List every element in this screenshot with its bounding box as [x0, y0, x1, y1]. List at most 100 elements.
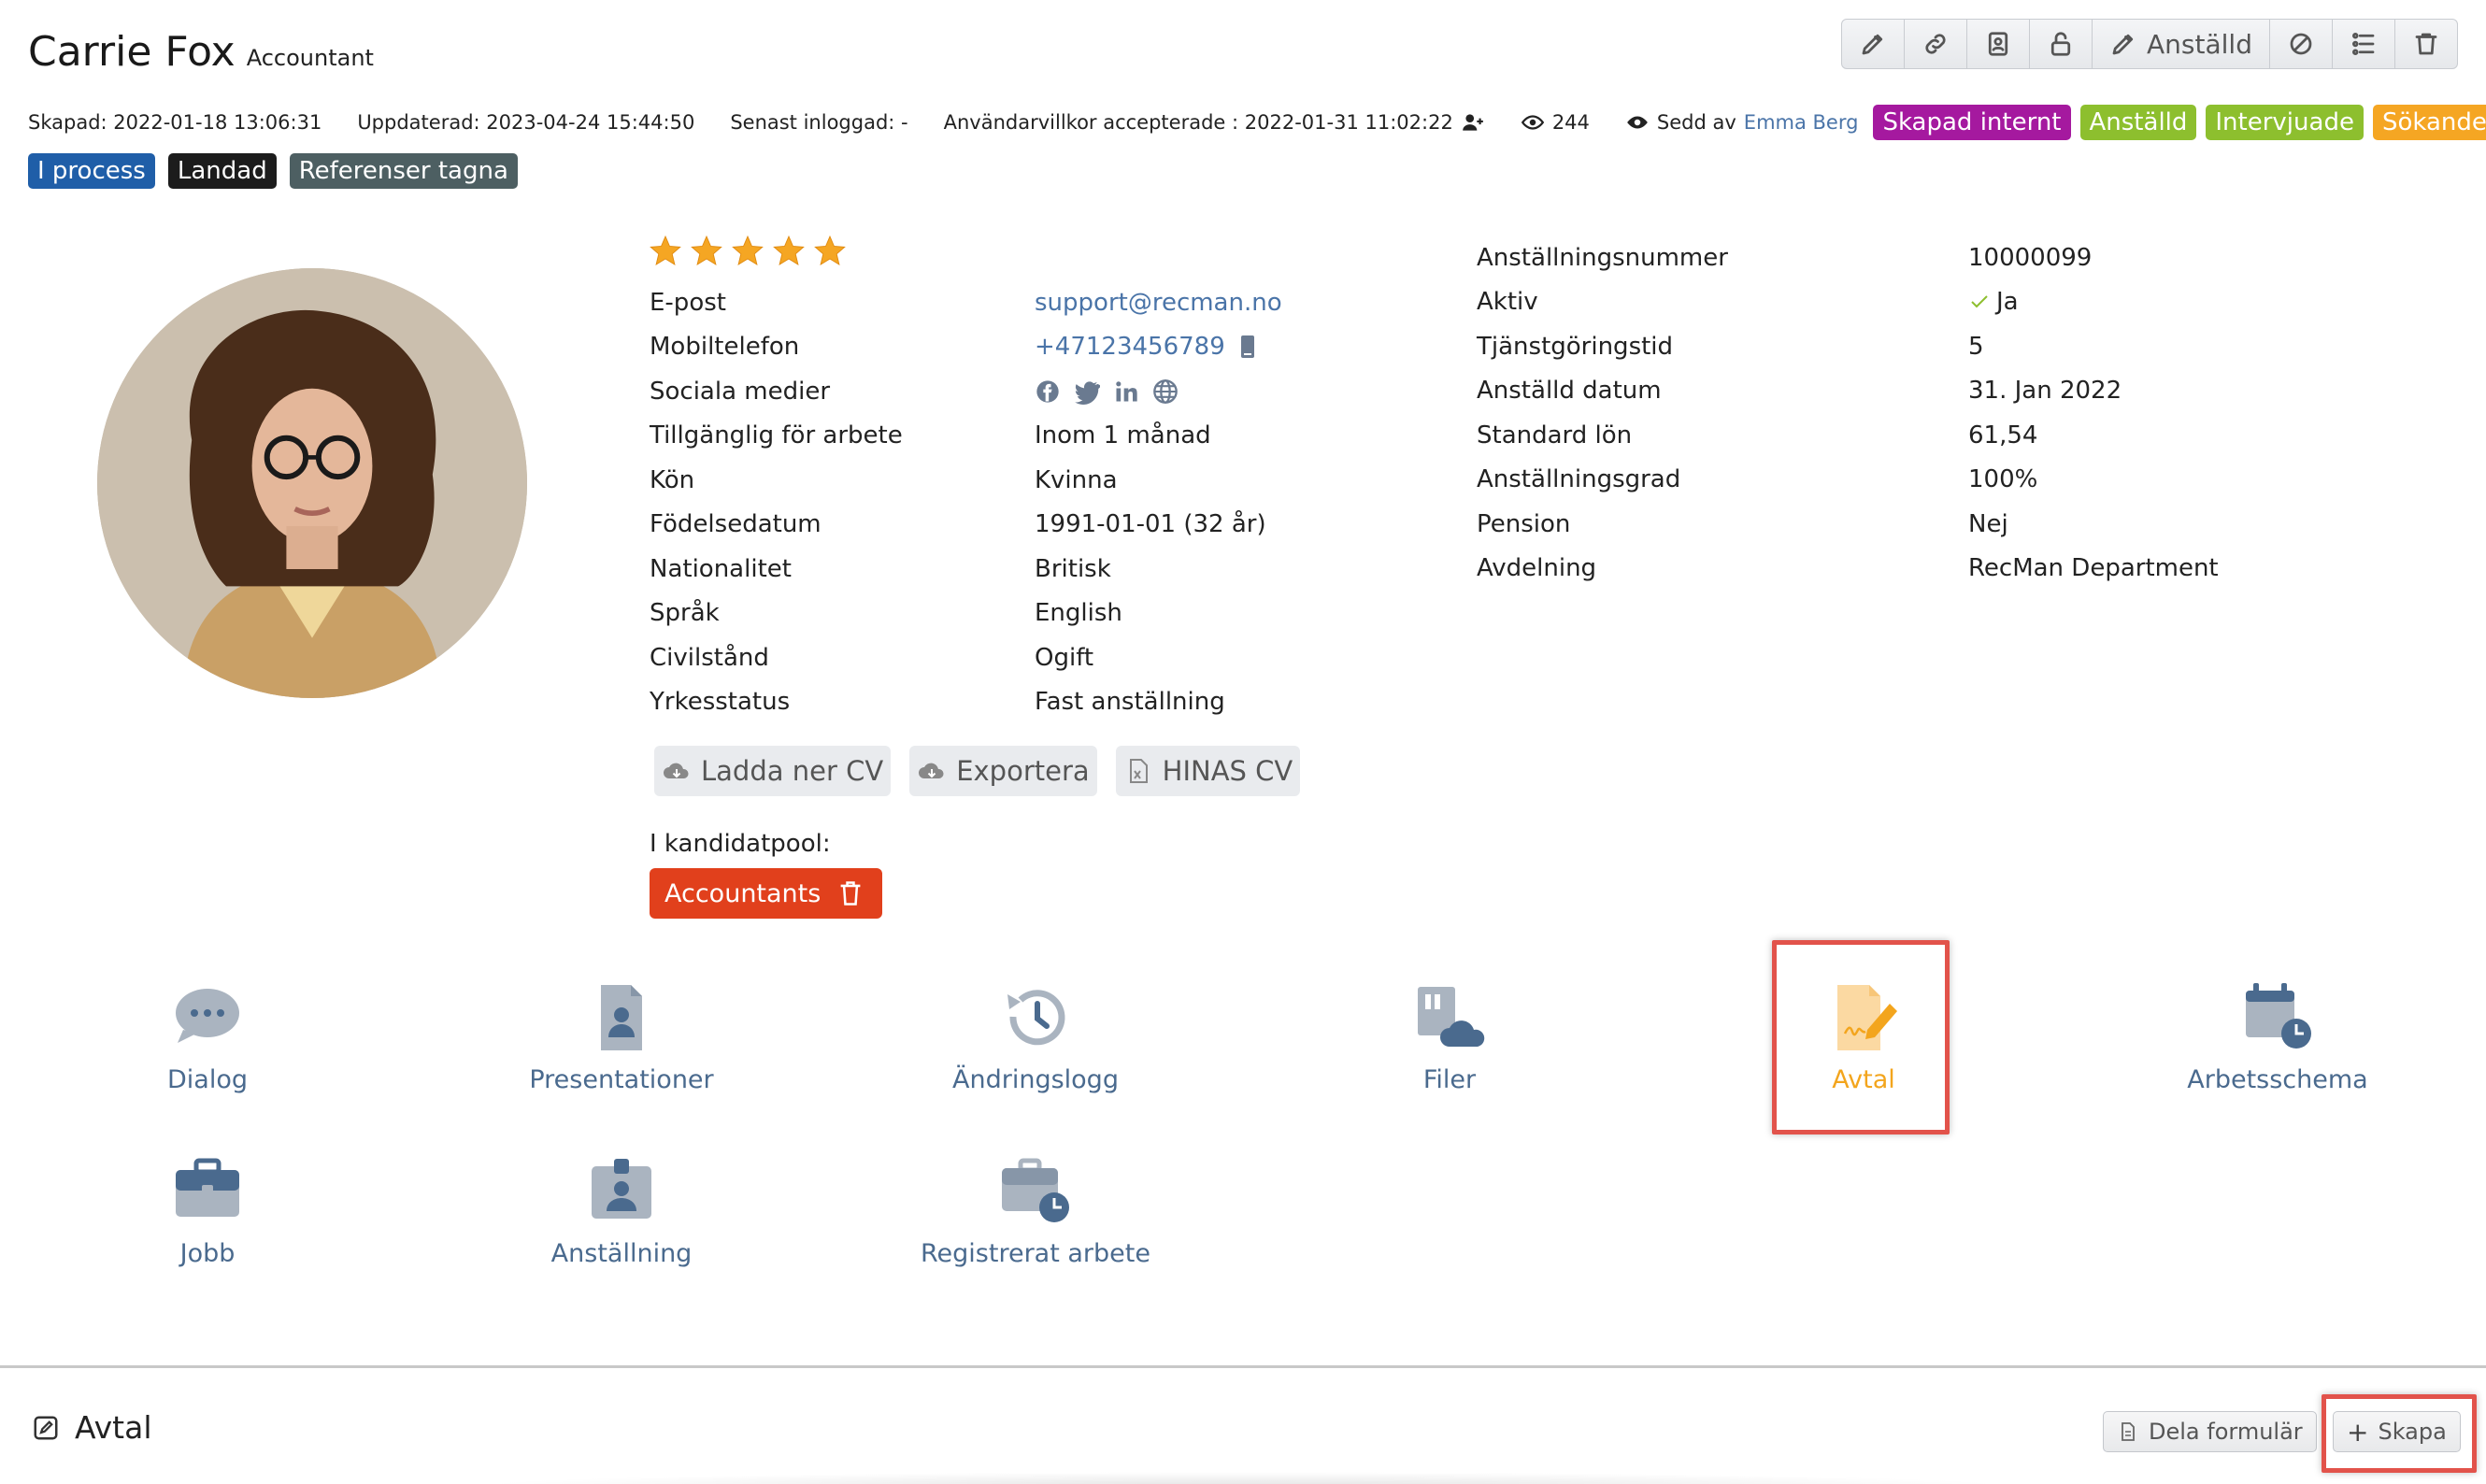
- module-presentations[interactable]: Presentationer: [481, 981, 762, 1094]
- module-schedule[interactable]: Arbetsschema: [2137, 981, 2418, 1094]
- detail-value: Kvinna: [1035, 465, 1118, 494]
- process-tag-references: Referenser tagna: [289, 153, 518, 189]
- facebook-icon[interactable]: [1035, 378, 1061, 405]
- employment-label: Avdelning: [1477, 554, 1597, 583]
- ban-icon: [2290, 33, 2312, 55]
- star-icon[interactable]: [731, 234, 764, 267]
- id-badge-icon: [592, 1159, 651, 1219]
- detail-label: E-post: [650, 288, 726, 317]
- module-changelog[interactable]: Ändringslogg: [895, 981, 1176, 1094]
- view-count-value: 244: [1551, 111, 1590, 134]
- detail-label: Språk: [650, 599, 720, 628]
- employment-label: Anställningsgrad: [1477, 465, 1681, 494]
- social-links: [1035, 378, 1179, 405]
- module-label: Registrerat arbete: [921, 1239, 1150, 1268]
- process-tag-in-process: I process: [28, 153, 155, 189]
- mobile-phone-icon[interactable]: [1238, 335, 1257, 359]
- link-icon: [1925, 34, 1946, 54]
- employment-value: Ja: [1968, 288, 2019, 316]
- profile-role: Accountant: [246, 45, 374, 71]
- module-files[interactable]: Filer: [1309, 981, 1590, 1094]
- detail-label: Nationalitet: [650, 554, 792, 583]
- module-label: Ändringslogg: [952, 1065, 1119, 1094]
- cloud-download-icon: [919, 763, 944, 778]
- hinas-cv-label: HINAS CV: [1162, 755, 1293, 787]
- updated-date: Uppdaterad: 2023-04-24 15:44:50: [357, 111, 695, 134]
- delete-button[interactable]: [2395, 20, 2457, 68]
- trash-icon[interactable]: [837, 879, 864, 907]
- trash-icon: [2415, 33, 2437, 55]
- candidate-details: E-post support@recman.no Mobiltelefon +4…: [650, 280, 1282, 724]
- process-tag-landed: Landad: [167, 153, 277, 189]
- unlock-button[interactable]: [2030, 20, 2093, 68]
- pencil-icon: [2112, 34, 2134, 55]
- employment-row-number: Anställningsnummer 10000099: [1477, 235, 2219, 280]
- candidate-pool-chip[interactable]: Accountants: [650, 868, 883, 919]
- detail-row-social: Sociala medier: [650, 369, 1282, 414]
- document-icon: [2122, 1422, 2135, 1441]
- last-login: Senast inloggad: -: [730, 111, 908, 134]
- employment-value: 100%: [1968, 465, 2038, 494]
- status-tag-created-internally: Skapad internt: [1873, 105, 2071, 140]
- edit-button[interactable]: [1842, 20, 1906, 68]
- employment-label: Aktiv: [1477, 288, 1538, 317]
- employed-button[interactable]: Anställd: [2093, 20, 2270, 68]
- hinas-cv-button[interactable]: HINAS CV: [1115, 746, 1301, 796]
- section-title: Avtal: [32, 1409, 152, 1446]
- employment-value: 5: [1968, 332, 1984, 361]
- add-user-icon[interactable]: [1461, 110, 1485, 135]
- module-label: Jobb: [179, 1239, 236, 1268]
- unlock-icon: [2050, 32, 2071, 56]
- process-tags: I process Landad Referenser tagna: [28, 153, 518, 189]
- seen-by-prefix: Sedd av: [1656, 111, 1736, 134]
- checkmark-icon: [1971, 295, 1988, 308]
- share-form-button[interactable]: Dela formulär: [2103, 1411, 2317, 1452]
- detail-value: Fast anställning: [1035, 688, 1225, 717]
- download-cv-button[interactable]: Ladda ner CV: [654, 746, 892, 796]
- highlight-create: [2322, 1394, 2477, 1473]
- list-settings-icon: [2352, 33, 2375, 55]
- phone-link[interactable]: +47123456789: [1035, 333, 1225, 361]
- contact-card-button[interactable]: [1967, 20, 2031, 68]
- files-cloud-icon: [1418, 987, 1485, 1047]
- module-label: Arbetsschema: [2187, 1065, 2368, 1094]
- briefcase-icon: [176, 1158, 239, 1217]
- star-icon[interactable]: [813, 234, 847, 267]
- module-dialog[interactable]: Dialog: [67, 981, 348, 1094]
- excel-file-icon: [1129, 759, 1148, 783]
- module-employment[interactable]: Anställning: [481, 1155, 762, 1268]
- avatar: [97, 268, 527, 698]
- star-icon[interactable]: [772, 234, 806, 267]
- module-job[interactable]: Jobb: [67, 1155, 348, 1268]
- created-date: Skapad: 2022-01-18 13:06:31: [28, 111, 322, 134]
- detail-row-language: Språk English: [650, 592, 1282, 636]
- edit-square-icon: [34, 1416, 58, 1439]
- profile-name: Carrie Fox: [28, 28, 236, 76]
- candidate-pool-label: I kandidatpool:: [650, 830, 831, 858]
- list-settings-button[interactable]: [2333, 20, 2395, 68]
- share-form-label: Dela formulär: [2149, 1419, 2303, 1445]
- block-button[interactable]: [2270, 20, 2333, 68]
- globe-icon[interactable]: [1152, 378, 1179, 405]
- star-icon[interactable]: [649, 234, 682, 267]
- pencil-icon: [1862, 34, 1883, 55]
- profile-toolbar: Anställd: [1841, 19, 2458, 69]
- seen-by: Sedd av Emma Berg: [1625, 110, 1859, 135]
- detail-label: Kön: [650, 465, 695, 494]
- rating-stars[interactable]: [649, 234, 847, 267]
- seen-by-name[interactable]: Emma Berg: [1744, 111, 1859, 134]
- star-icon[interactable]: [690, 234, 723, 267]
- link-button[interactable]: [1905, 20, 1968, 68]
- twitter-icon[interactable]: [1074, 378, 1100, 405]
- detail-value: Inom 1 månad: [1035, 421, 1211, 450]
- linkedin-icon[interactable]: [1113, 378, 1139, 405]
- detail-row-marital-status: Civilstånd Ogift: [650, 635, 1282, 680]
- email-link[interactable]: support@recman.no: [1035, 289, 1282, 317]
- detail-label: Yrkesstatus: [650, 688, 791, 717]
- module-label: Presentationer: [529, 1065, 714, 1094]
- export-button[interactable]: Exportera: [909, 746, 1097, 796]
- detail-row-email: E-post support@recman.no: [650, 280, 1282, 325]
- employed-button-label: Anställd: [2147, 28, 2252, 60]
- module-registered-work[interactable]: Registrerat arbete: [895, 1155, 1176, 1268]
- eye-icon: [1627, 116, 1648, 129]
